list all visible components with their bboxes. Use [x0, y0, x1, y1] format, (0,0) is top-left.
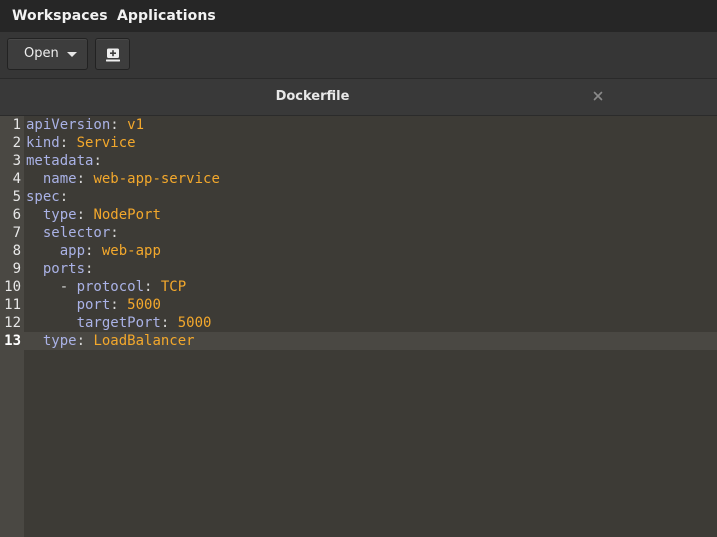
- yaml-separator: :: [76, 333, 94, 349]
- yaml-separator: :: [144, 279, 161, 295]
- tab-close-button[interactable]: [589, 87, 607, 105]
- yaml-key: app: [59, 243, 86, 259]
- chevron-down-icon: [67, 52, 77, 57]
- yaml-value: v1: [127, 117, 145, 133]
- yaml-separator: :: [85, 261, 94, 277]
- yaml-value: web-app: [101, 243, 161, 259]
- line-number: 7: [12, 225, 21, 241]
- yaml-key: name: [42, 171, 77, 187]
- line-number: 8: [12, 243, 21, 259]
- code-line[interactable]: 8 app: web-app: [0, 242, 717, 260]
- close-icon: [593, 91, 603, 101]
- code-line[interactable]: 7 selector:: [0, 224, 717, 242]
- yaml-separator: :: [110, 297, 128, 313]
- yaml-value: 5000: [177, 315, 212, 331]
- yaml-key: type: [42, 333, 77, 349]
- code-line[interactable]: 13 type: LoadBalancer: [0, 332, 717, 350]
- top-panel: Workspaces Applications: [0, 0, 717, 32]
- open-button-label: Open: [24, 46, 59, 61]
- line-number: 6: [12, 207, 21, 223]
- yaml-key: ports: [42, 261, 86, 277]
- yaml-key: selector: [42, 225, 111, 241]
- code-text: type: NodePort: [26, 206, 161, 224]
- yaml-key: kind: [26, 135, 60, 151]
- yaml-separator: :: [160, 315, 178, 331]
- line-number: 13: [4, 333, 21, 349]
- code-line[interactable]: 1 apiVersion: v1: [0, 116, 717, 134]
- yaml-value: TCP: [160, 279, 187, 295]
- workspaces-menu[interactable]: Workspaces: [12, 0, 108, 32]
- line-number: 5: [12, 189, 21, 205]
- code-line[interactable]: 9 ports:: [0, 260, 717, 278]
- yaml-key: type: [42, 207, 77, 223]
- code-text: spec:: [26, 188, 68, 206]
- line-number: 11: [4, 297, 21, 313]
- yaml-separator: :: [110, 117, 128, 133]
- line-number: 4: [12, 171, 21, 187]
- code-text: port: 5000: [26, 296, 161, 314]
- yaml-value: NodePort: [93, 207, 161, 223]
- yaml-key: port: [76, 297, 111, 313]
- yaml-key: spec: [26, 189, 60, 205]
- code-line[interactable]: 6 type: NodePort: [0, 206, 717, 224]
- yaml-value: web-app-service: [93, 171, 220, 187]
- code-line[interactable]: 11 port: 5000: [0, 296, 717, 314]
- code-text: name: web-app-service: [26, 170, 220, 188]
- code-text: targetPort: 5000: [26, 314, 212, 332]
- code-line[interactable]: 10 - protocol: TCP: [0, 278, 717, 296]
- code-text: apiVersion: v1: [26, 116, 144, 134]
- code-line[interactable]: 12 targetPort: 5000: [0, 314, 717, 332]
- yaml-separator: :: [110, 225, 119, 241]
- yaml-separator: :: [76, 171, 94, 187]
- applications-menu[interactable]: Applications: [117, 0, 216, 32]
- code-text: app: web-app: [26, 242, 161, 260]
- yaml-value: LoadBalancer: [93, 333, 195, 349]
- yaml-key: metadata: [26, 153, 94, 169]
- code-text: kind: Service: [26, 134, 136, 152]
- yaml-key: protocol: [76, 279, 145, 295]
- line-number: 12: [4, 315, 21, 331]
- line-number: 10: [4, 279, 21, 295]
- line-number: 1: [12, 117, 21, 133]
- yaml-key: apiVersion: [26, 117, 111, 133]
- code-line[interactable]: 5 spec:: [0, 188, 717, 206]
- tab-bar: Dockerfile: [0, 79, 717, 116]
- tab-dockerfile-title[interactable]: Dockerfile: [0, 79, 625, 115]
- code-text: ports:: [26, 260, 94, 278]
- yaml-separator: :: [59, 189, 69, 205]
- line-number: 3: [12, 153, 21, 169]
- code-line[interactable]: 4 name: web-app-service: [0, 170, 717, 188]
- line-number: 2: [12, 135, 21, 151]
- open-button[interactable]: Open: [7, 38, 88, 70]
- new-document-icon: [106, 48, 120, 62]
- code-text: metadata:: [26, 152, 102, 170]
- yaml-value: Service: [76, 135, 136, 151]
- yaml-separator: :: [85, 243, 102, 259]
- header-bar: Open: [0, 32, 717, 79]
- yaml-separator: :: [59, 135, 77, 151]
- code-text: selector:: [26, 224, 119, 242]
- code-line[interactable]: 3 metadata:: [0, 152, 717, 170]
- yaml-separator: :: [93, 153, 102, 169]
- line-number: 9: [12, 261, 21, 277]
- yaml-value: 5000: [127, 297, 161, 313]
- indent: -: [26, 279, 77, 295]
- code-text: type: LoadBalancer: [26, 332, 195, 350]
- code-line[interactable]: 2 kind: Service: [0, 134, 717, 152]
- new-document-button[interactable]: [95, 38, 130, 70]
- code-text: - protocol: TCP: [26, 278, 186, 296]
- yaml-key: targetPort: [76, 315, 161, 331]
- yaml-separator: :: [76, 207, 94, 223]
